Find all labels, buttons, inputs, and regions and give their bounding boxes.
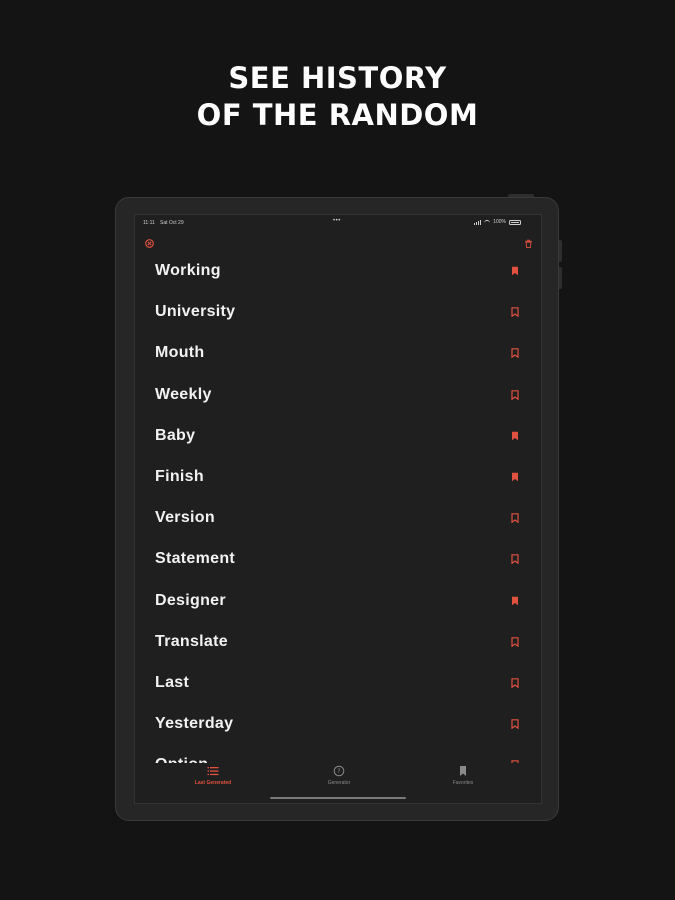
- tab-last-generated[interactable]: Last Generated: [163, 765, 263, 786]
- status-bar: 11:11 Sat Oct 29 ••• 100%: [135, 215, 541, 231]
- history-list[interactable]: Working University Mouth Weekly Baby Finish Ve…: [135, 250, 541, 765]
- list-item[interactable]: University: [135, 291, 541, 332]
- bookmark-outline-icon[interactable]: [511, 389, 519, 400]
- list-item[interactable]: Weekly: [135, 374, 541, 415]
- history-word: Working: [155, 262, 221, 279]
- app-screen: 11:11 Sat Oct 29 ••• 100% Working Univers…: [134, 214, 542, 804]
- history-word: Finish: [155, 468, 204, 485]
- history-word: Last: [155, 674, 190, 691]
- list-item[interactable]: Last: [135, 662, 541, 703]
- list-item[interactable]: Working: [135, 250, 541, 291]
- bookmark-outline-icon[interactable]: [511, 513, 519, 524]
- status-date: Sat Oct 29: [160, 220, 184, 226]
- list-item[interactable]: Finish: [135, 456, 541, 497]
- battery-percent: 100%: [493, 219, 506, 225]
- list-item[interactable]: Version: [135, 497, 541, 538]
- bookmark-outline-icon[interactable]: [511, 719, 519, 730]
- bookmark-filled-icon[interactable]: [511, 266, 519, 276]
- dice-icon: ?: [333, 765, 345, 777]
- list-item[interactable]: Designer: [135, 580, 541, 621]
- history-word: University: [155, 303, 236, 321]
- tab-bar: Last Generated ? Generator Favorites: [135, 763, 541, 803]
- tab-label: Favorites: [452, 780, 474, 786]
- bookmark-outline-icon[interactable]: [511, 348, 519, 359]
- headline-line-2: OF THE RANDOM: [196, 98, 479, 132]
- home-indicator[interactable]: [270, 797, 406, 799]
- tab-generator[interactable]: ? Generator: [289, 765, 389, 786]
- list-item[interactable]: Yesterday: [135, 703, 541, 744]
- list-item[interactable]: Translate: [135, 621, 541, 662]
- bookmark-outline-icon[interactable]: [511, 307, 519, 318]
- history-word: Version: [155, 509, 215, 527]
- history-word: Translate: [155, 632, 228, 650]
- list-item[interactable]: Mouth: [135, 332, 541, 373]
- history-word: Designer: [155, 591, 226, 609]
- status-time: 11:11: [143, 220, 155, 226]
- x-circle-icon[interactable]: [145, 239, 154, 248]
- list-item[interactable]: Statement: [135, 538, 541, 579]
- history-word: Mouth: [155, 344, 205, 362]
- history-word: Statement: [155, 550, 236, 568]
- svg-text:?: ?: [337, 768, 340, 775]
- history-word: Weekly: [155, 385, 212, 403]
- headline-line-1: SEE HISTORY: [228, 61, 447, 95]
- wifi-icon: [484, 219, 491, 225]
- tab-label: Last Generated: [194, 780, 232, 786]
- trash-icon[interactable]: [524, 239, 533, 248]
- tab-label: Generator: [327, 780, 351, 786]
- bookmark-outline-icon[interactable]: [511, 636, 519, 647]
- bookmark-filled-icon[interactable]: [511, 596, 519, 606]
- multitasking-dots[interactable]: •••: [333, 218, 341, 224]
- signal-icon: [474, 219, 482, 225]
- bookmark-icon: [460, 766, 466, 776]
- bookmark-outline-icon[interactable]: [511, 554, 519, 565]
- tab-favorites[interactable]: Favorites: [413, 765, 513, 786]
- history-word: Baby: [155, 426, 196, 444]
- bookmark-filled-icon[interactable]: [511, 431, 519, 441]
- bookmark-filled-icon[interactable]: [511, 472, 519, 482]
- battery-icon: [509, 219, 521, 225]
- list-item[interactable]: Baby: [135, 415, 541, 456]
- bookmark-outline-icon[interactable]: [511, 678, 519, 688]
- list-item[interactable]: Option: [135, 744, 541, 765]
- headline: SEE HISTORY OF THE RANDOM: [0, 60, 675, 134]
- list-icon: [207, 767, 219, 776]
- history-word: Yesterday: [155, 715, 234, 733]
